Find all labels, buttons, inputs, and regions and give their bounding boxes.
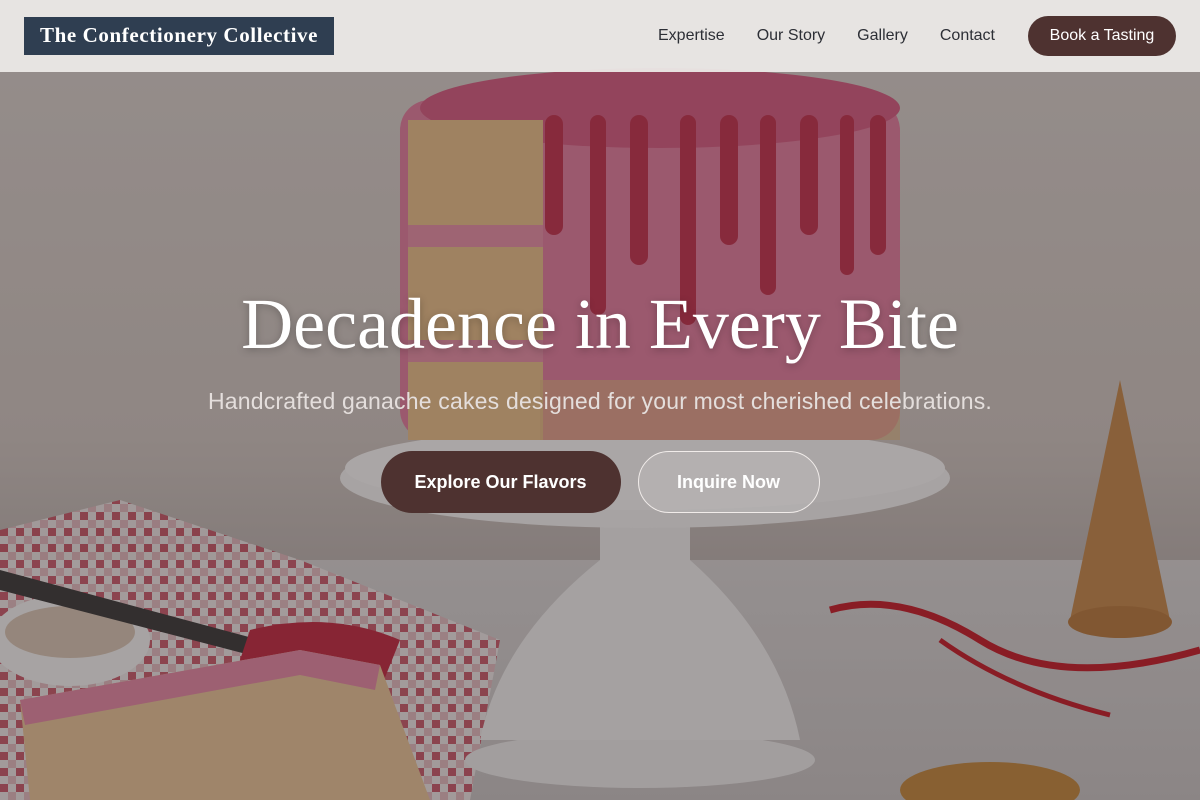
hero-subtitle: Handcrafted ganache cakes designed for y… xyxy=(207,388,993,414)
nav-link-gallery[interactable]: Gallery xyxy=(857,27,908,45)
hero-title: Decadence in Every Bite xyxy=(241,284,959,364)
nav-link-contact[interactable]: Contact xyxy=(940,27,995,45)
nav-link-our-story[interactable]: Our Story xyxy=(757,27,825,45)
explore-flavors-button[interactable]: Explore Our Flavors xyxy=(380,451,621,513)
hero-actions: Explore Our Flavors Inquire Now xyxy=(0,451,1200,513)
hero-section: Decadence in Every Bite Handcrafted gana… xyxy=(0,282,1200,513)
inquire-now-button[interactable]: Inquire Now xyxy=(637,451,820,513)
book-tasting-button[interactable]: Book a Tasting xyxy=(1028,16,1176,56)
brand-logo[interactable]: The Confectionery Collective xyxy=(24,17,335,55)
site-header: The Confectionery Collective Expertise O… xyxy=(0,0,1200,72)
main-nav: Expertise Our Story Gallery Contact Book… xyxy=(658,16,1176,56)
nav-link-expertise[interactable]: Expertise xyxy=(658,27,725,45)
